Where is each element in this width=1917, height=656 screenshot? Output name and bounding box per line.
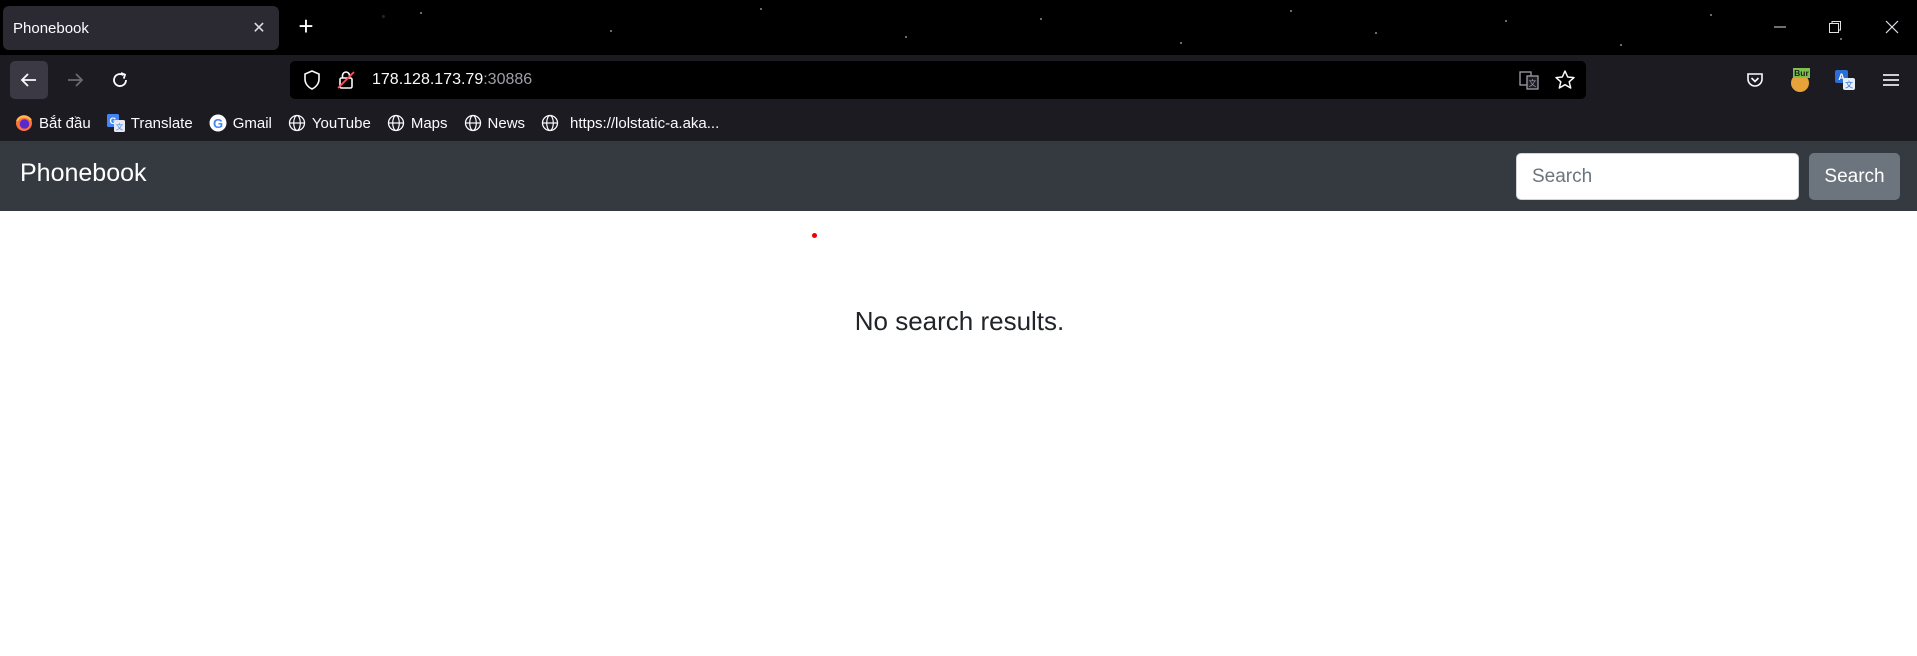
restore-icon[interactable] — [1820, 12, 1850, 42]
bookmark-item[interactable]: G Gmail — [208, 113, 272, 133]
address-bar[interactable]: 178.128.173.79:30886 文 — [290, 61, 1586, 99]
bookmark-item[interactable]: News — [463, 113, 526, 133]
no-results-message: No search results. — [854, 306, 1065, 336]
tab-close-icon[interactable]: ✕ — [249, 18, 269, 38]
svg-text:文: 文 — [1845, 80, 1853, 90]
translate-extension-icon[interactable]: A文 — [1830, 65, 1860, 95]
svg-text:文: 文 — [1529, 78, 1537, 88]
reload-button[interactable] — [101, 61, 139, 99]
translate-page-icon[interactable]: 文 — [1514, 70, 1544, 90]
shield-icon[interactable] — [298, 70, 326, 90]
bookmark-item[interactable]: YouTube — [287, 113, 371, 133]
search-input[interactable] — [1516, 153, 1799, 200]
search-button[interactable]: Search — [1809, 153, 1900, 200]
bookmark-label: Translate — [130, 114, 193, 132]
bookmark-item[interactable]: https://lolstatic-a.aka... — [540, 113, 719, 133]
bookmark-star-icon[interactable] — [1550, 69, 1580, 91]
new-tab-icon[interactable]: + — [294, 13, 318, 39]
svg-text:Bur: Bur — [1794, 68, 1809, 78]
globe-icon — [463, 113, 483, 133]
navigation-toolbar: 178.128.173.79:30886 文 Bur A文 — [0, 55, 1917, 105]
bookmark-label: YouTube — [311, 114, 371, 132]
tab-title: Phonebook — [13, 19, 89, 37]
insecure-lock-icon[interactable] — [332, 70, 360, 90]
forward-button[interactable] — [56, 61, 94, 99]
bookmark-label: Maps — [410, 114, 448, 132]
back-button[interactable] — [10, 61, 48, 99]
extension-burp-icon[interactable]: Bur — [1785, 65, 1815, 95]
svg-text:文: 文 — [115, 122, 123, 132]
google-icon: G — [208, 113, 228, 133]
bookmark-item[interactable]: Bắt đầu — [14, 113, 91, 133]
page-navbar: Phonebook Search — [0, 141, 1917, 211]
tab-strip: Phonebook ✕ + — [0, 0, 1917, 55]
svg-text:G: G — [213, 116, 223, 131]
arrow-right-icon — [68, 73, 84, 87]
globe-icon — [287, 113, 307, 133]
globe-icon — [386, 113, 406, 133]
tab-phonebook[interactable]: Phonebook ✕ — [3, 6, 279, 50]
cursor-dot — [812, 233, 817, 238]
translate-icon: G文 — [106, 113, 126, 133]
close-window-icon[interactable] — [1877, 12, 1907, 42]
bookmark-label: News — [487, 114, 526, 132]
pocket-icon[interactable] — [1740, 65, 1770, 95]
page-content — [0, 211, 1917, 656]
menu-icon[interactable] — [1876, 65, 1906, 95]
minimize-icon[interactable] — [1765, 12, 1795, 42]
bookmark-label: https://lolstatic-a.aka... — [570, 114, 720, 132]
firefox-icon — [14, 113, 34, 133]
arrow-left-icon — [20, 73, 36, 87]
bookmarks-toolbar: Bắt đầu G文 Translate G Gmail YouTube Map… — [0, 105, 1917, 141]
globe-icon — [540, 113, 560, 133]
bookmark-item[interactable]: Maps — [386, 113, 448, 133]
navbar-brand[interactable]: Phonebook — [20, 159, 147, 188]
reload-icon — [113, 72, 127, 87]
url-text: 178.128.173.79:30886 — [372, 71, 533, 88]
bookmark-label: Gmail — [232, 114, 272, 132]
bookmark-label: Bắt đầu — [39, 114, 91, 132]
bookmark-item[interactable]: G文 Translate — [106, 113, 193, 133]
